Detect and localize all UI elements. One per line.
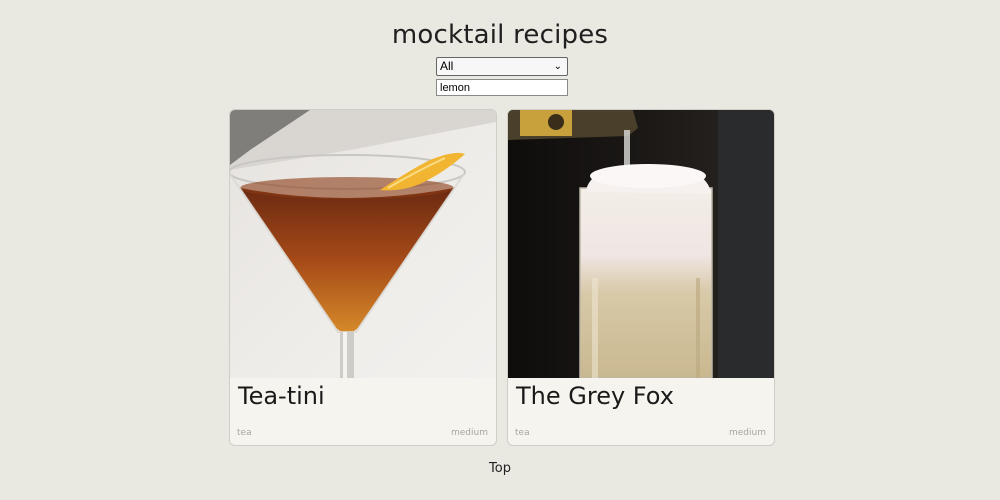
recipe-image-foamy-drink[interactable]	[508, 110, 774, 378]
chevron-down-icon: ⌄	[553, 61, 562, 72]
recipe-category: tea	[515, 428, 530, 438]
category-filter-value: All	[440, 59, 454, 73]
recipe-image-martini[interactable]	[230, 110, 496, 378]
page-title: mocktail recipes	[391, 20, 609, 50]
recipe-title[interactable]: Tea-tini	[238, 382, 325, 410]
recipe-title[interactable]: The Grey Fox	[516, 382, 674, 410]
recipe-card[interactable]: The Grey Fox tea medium	[507, 109, 775, 446]
category-filter-select[interactable]: All ⌄	[436, 57, 568, 76]
top-link[interactable]: Top	[0, 461, 1000, 476]
page: mocktail recipes All ⌄ lemon Tea-tini te…	[0, 0, 1000, 500]
search-input[interactable]	[436, 79, 568, 96]
recipe-category: tea	[237, 428, 252, 438]
recipe-difficulty: medium	[729, 428, 766, 438]
recipe-card[interactable]: Tea-tini tea medium	[229, 109, 497, 446]
recipe-difficulty: medium	[451, 428, 488, 438]
